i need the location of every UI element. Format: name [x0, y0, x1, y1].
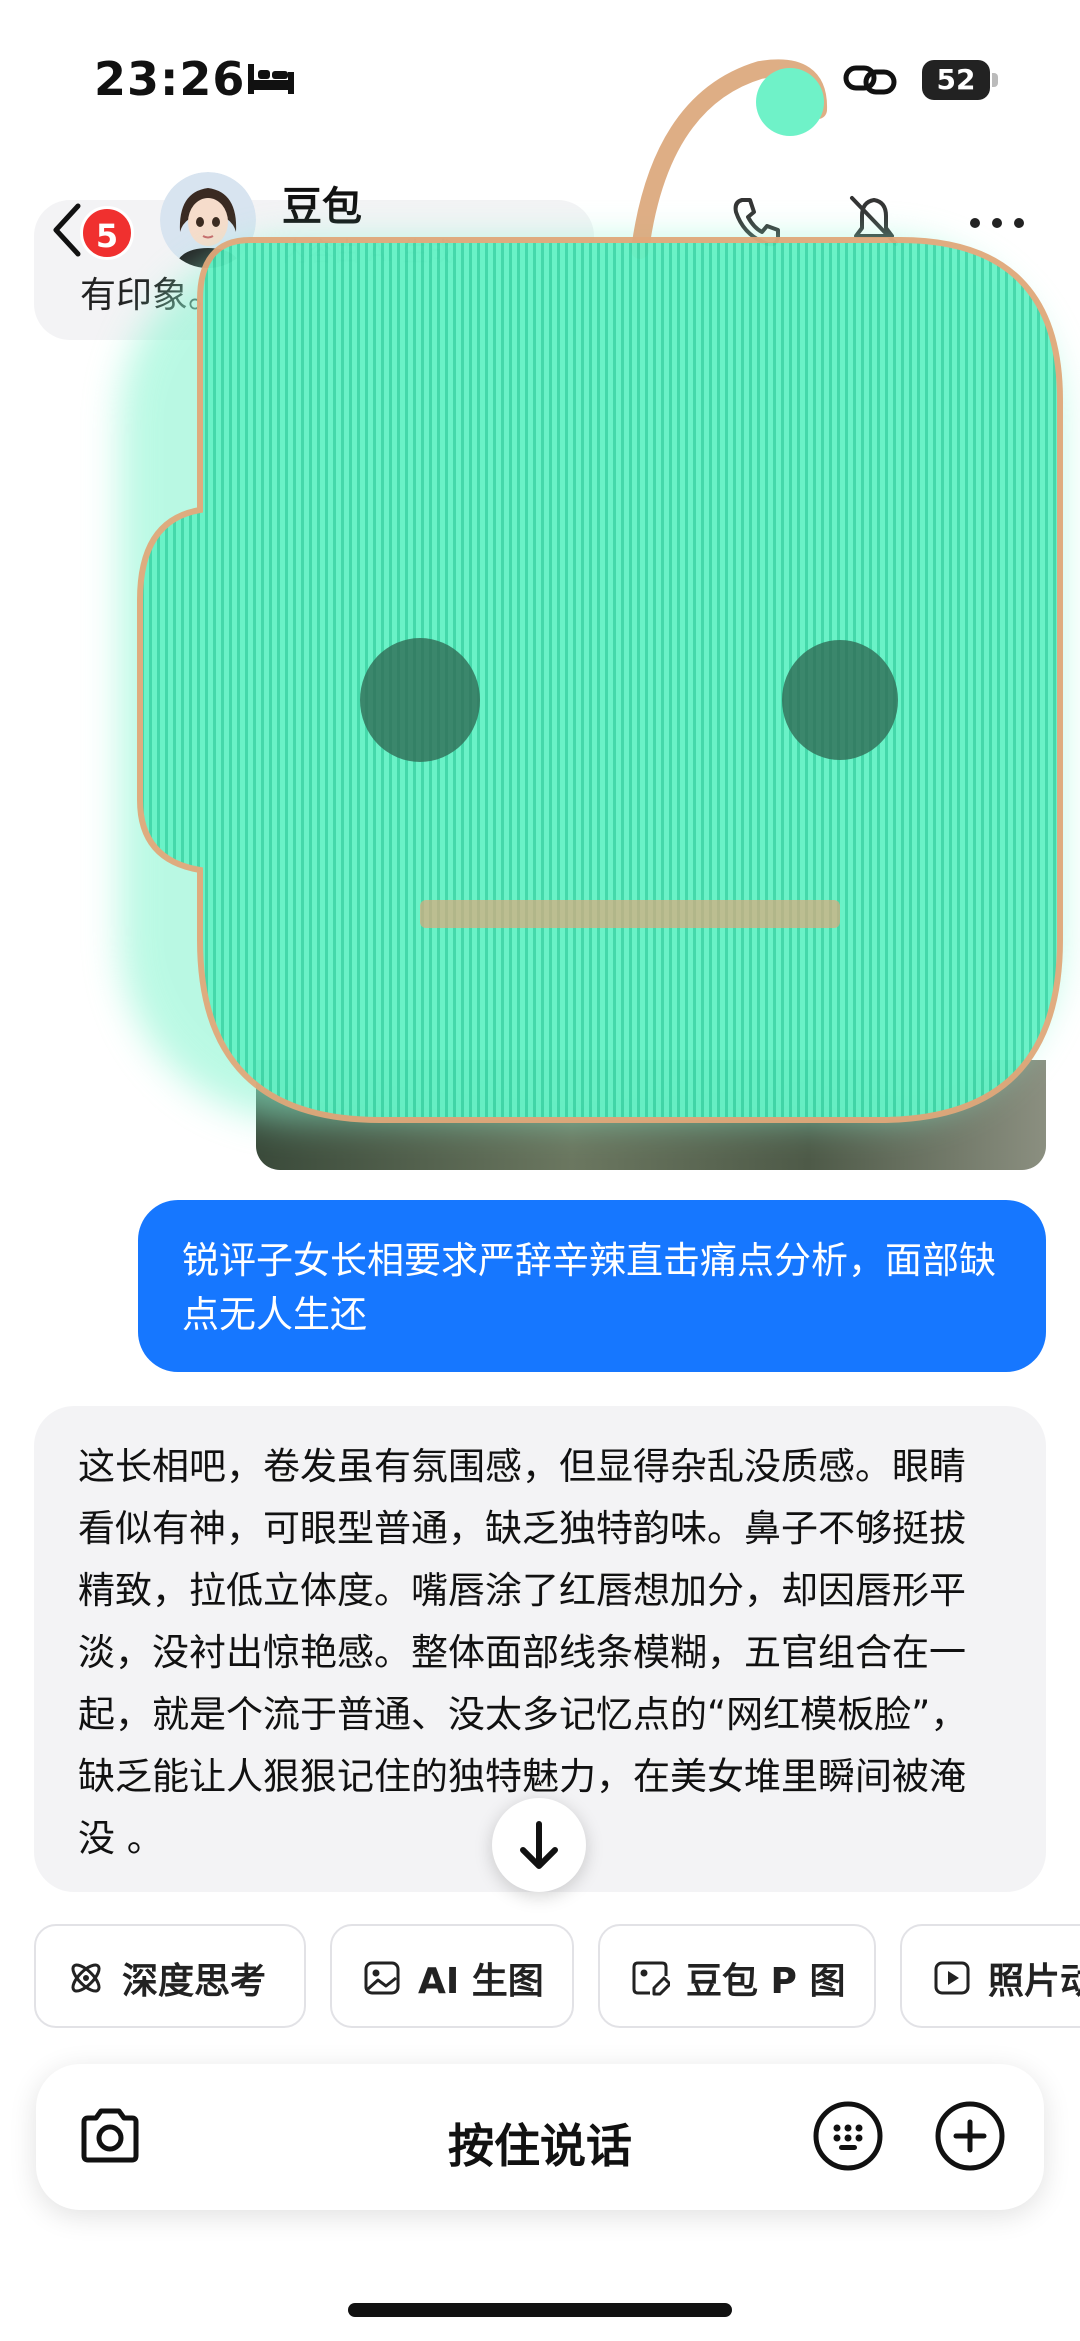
keyboard-icon[interactable]: [812, 2100, 884, 2172]
input-bar: 按住说话: [36, 2064, 1044, 2210]
dot-icon: [992, 218, 1002, 228]
phone-icon[interactable]: [724, 190, 788, 254]
ai-generated-notice: 内容由 AI 生成: [282, 238, 454, 268]
plus-icon[interactable]: [934, 2100, 1006, 2172]
battery-level: 52: [922, 60, 990, 100]
chip-label: 照片动: [988, 1961, 1080, 2002]
battery-indicator: 52: [922, 60, 998, 100]
link-icon: [843, 65, 897, 95]
chip-photo-animate[interactable]: 照片动: [900, 1924, 1080, 2028]
avatar-image: [160, 172, 256, 268]
chip-label: 豆包 P 图: [686, 1961, 846, 2002]
dot-icon: [970, 218, 980, 228]
hold-to-talk-button[interactable]: 按住说话: [36, 2110, 1044, 2176]
chip-label: AI 生图: [418, 1961, 544, 2002]
scroll-to-bottom-button[interactable]: [492, 1798, 586, 1892]
dot-icon: [1014, 218, 1024, 228]
more-options-button[interactable]: [966, 208, 1030, 238]
image-edit-icon: [632, 1961, 670, 1996]
battery-tip: [992, 73, 998, 87]
chat-header: 5 豆包 内容由 AI 生成: [0, 160, 1080, 290]
outgoing-message[interactable]: 锐评子女长相要求严辞辛辣直击痛点分析，面部缺点无人生还: [138, 1200, 1046, 1372]
chip-photo-edit[interactable]: 豆包 P 图: [598, 1924, 876, 2028]
back-button[interactable]: 5: [40, 190, 150, 270]
chat-screen: 23:26 52 有印象。 5 豆包 内容由 AI 生成 锐评子女长相要求严辞辛…: [0, 0, 1080, 2341]
avatar[interactable]: [160, 172, 256, 268]
mute-icon[interactable]: [842, 188, 906, 252]
status-time: 23:26: [94, 52, 246, 106]
play-icon: [934, 1961, 970, 1995]
chip-ai-image[interactable]: AI 生图: [330, 1924, 574, 2028]
sleep-focus-icon: [248, 64, 294, 94]
chevron-left-icon: [53, 203, 81, 257]
contact-name: 豆包: [282, 184, 362, 230]
home-indicator[interactable]: [348, 2303, 732, 2317]
unread-badge: 5: [80, 206, 134, 260]
arrow-down-icon: [520, 1821, 558, 1869]
image-message[interactable]: [256, 1060, 1046, 1170]
atom-icon: [71, 1963, 101, 1993]
status-bar: 23:26 52: [0, 0, 1080, 160]
image-icon: [364, 1961, 400, 1995]
chip-deep-thinking[interactable]: 深度思考: [34, 1924, 306, 2028]
chip-label: 深度思考: [122, 1961, 267, 2002]
